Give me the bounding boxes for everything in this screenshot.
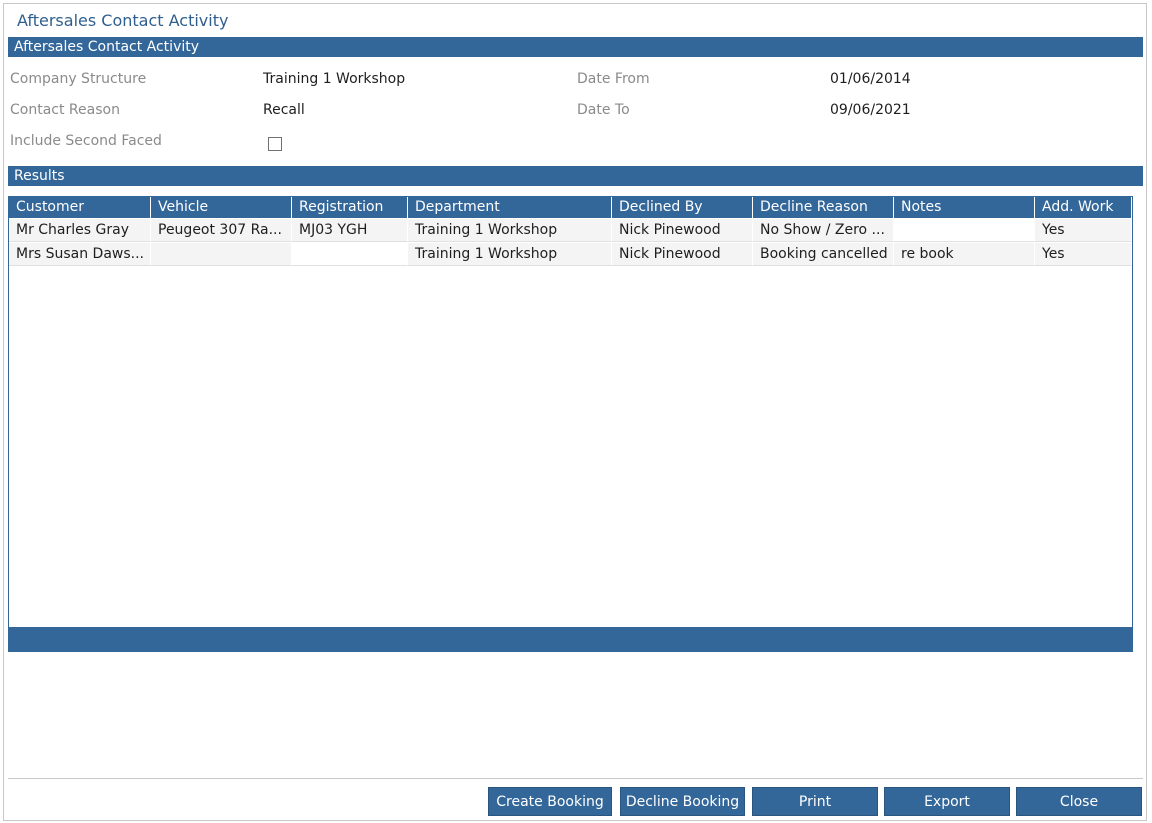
cell-registration — [292, 243, 408, 266]
column-header-department[interactable]: Department — [408, 197, 612, 218]
date-from-label: Date From — [577, 71, 650, 87]
export-button[interactable]: Export — [884, 787, 1010, 816]
print-button[interactable]: Print — [752, 787, 878, 816]
create-booking-button[interactable]: Create Booking — [488, 787, 612, 816]
cell-customer: Mrs Susan Daws... — [9, 243, 151, 266]
cell-declined-by: Nick Pinewood — [612, 219, 753, 242]
date-from-value: 01/06/2014 — [830, 71, 911, 87]
cell-department: Training 1 Workshop — [408, 243, 612, 266]
column-header-vehicle[interactable]: Vehicle — [151, 197, 292, 218]
include-second-faced-label: Include Second Faced — [10, 133, 162, 149]
include-second-faced-checkbox[interactable] — [268, 137, 282, 151]
window-title: Aftersales Contact Activity — [17, 11, 229, 30]
column-header-declined-by[interactable]: Declined By — [612, 197, 753, 218]
cell-notes: re book — [894, 243, 1035, 266]
column-header-registration[interactable]: Registration — [292, 197, 408, 218]
company-structure-value: Training 1 Workshop — [263, 71, 406, 87]
contact-reason-value: Recall — [263, 102, 305, 118]
cell-declined-by: Nick Pinewood — [612, 243, 753, 266]
table-row[interactable]: Mr Charles Gray Peugeot 307 Ra... MJ03 Y… — [9, 219, 1132, 243]
contact-reason-label: Contact Reason — [10, 102, 120, 118]
company-structure-label: Company Structure — [10, 71, 147, 87]
grid-footer-bar — [9, 627, 1132, 651]
grid-header-row: Customer Vehicle Registration Department… — [9, 197, 1132, 218]
footer-divider — [8, 778, 1143, 779]
cell-department: Training 1 Workshop — [408, 219, 612, 242]
results-section-header: Results — [8, 166, 1143, 186]
decline-booking-button[interactable]: Decline Booking — [620, 787, 745, 816]
table-row[interactable]: Mrs Susan Daws... Training 1 Workshop Ni… — [9, 243, 1132, 267]
cell-decline-reason: Booking cancelled — [753, 243, 894, 266]
criteria-section-header: Aftersales Contact Activity — [8, 37, 1143, 57]
results-grid: Customer Vehicle Registration Department… — [8, 196, 1133, 652]
column-header-add-work[interactable]: Add. Work — [1035, 197, 1132, 218]
column-header-decline-reason[interactable]: Decline Reason — [753, 197, 894, 218]
cell-notes — [894, 219, 1035, 242]
column-header-notes[interactable]: Notes — [894, 197, 1035, 218]
cell-registration: MJ03 YGH — [292, 219, 408, 242]
cell-add-work: Yes — [1035, 243, 1132, 266]
cell-vehicle: Peugeot 307 Ra... — [151, 219, 292, 242]
cell-decline-reason: No Show / Zero ... — [753, 219, 894, 242]
date-to-value: 09/06/2021 — [830, 102, 911, 118]
cell-add-work: Yes — [1035, 219, 1132, 242]
close-button[interactable]: Close — [1016, 787, 1142, 816]
cell-vehicle — [151, 243, 292, 266]
column-header-customer[interactable]: Customer — [9, 197, 151, 218]
date-to-label: Date To — [577, 102, 630, 118]
cell-customer: Mr Charles Gray — [9, 219, 151, 242]
